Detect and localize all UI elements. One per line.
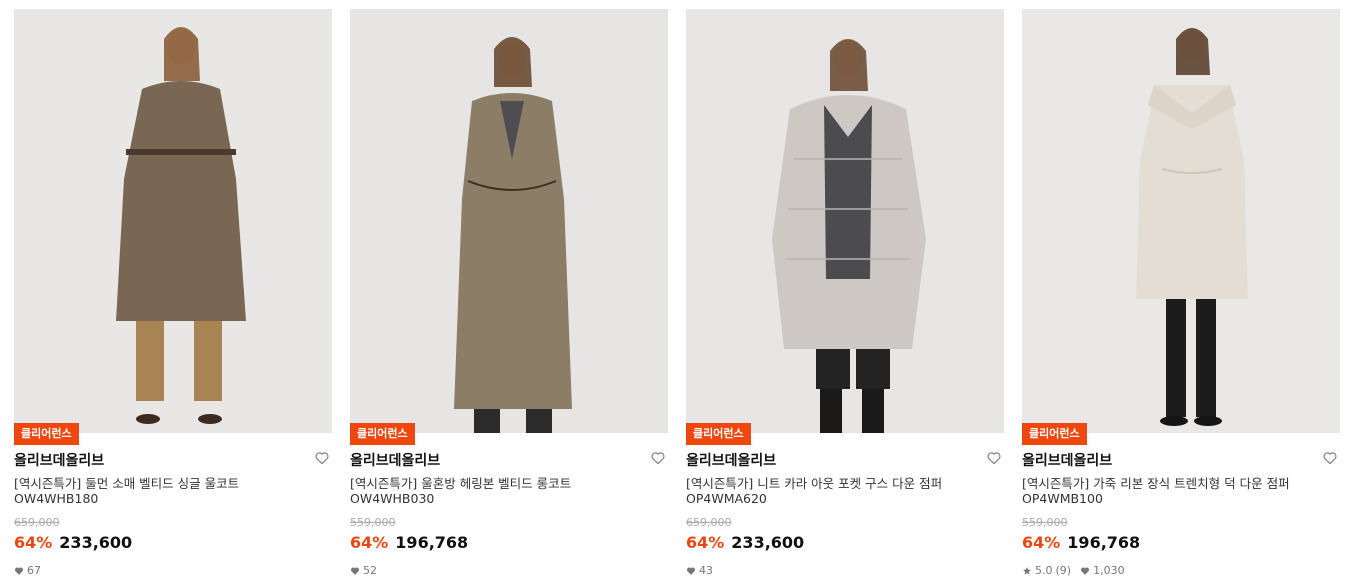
rating-value: 5.0	[1035, 564, 1053, 577]
like-count-group: 43	[686, 564, 713, 577]
discount-rate: 64%	[1022, 533, 1061, 552]
like-count-group: 1,030	[1080, 564, 1125, 577]
wishlist-heart-icon[interactable]	[314, 450, 330, 466]
model-photo-illustration	[686, 9, 1004, 433]
clearance-badge: 클리어런스	[686, 423, 751, 445]
product-name[interactable]: [역시즌특가] 울혼방 헤링본 벨티드 롱코트	[350, 473, 571, 492]
price-row: 64% 233,600	[686, 533, 804, 552]
product-name[interactable]: [역시즌특가] 둘먼 소매 벨티드 싱글 울코트	[14, 473, 239, 492]
model-photo-illustration	[1022, 9, 1340, 433]
rating-group: 5.0 (9)	[1022, 564, 1071, 577]
product-meta: 43	[686, 564, 722, 577]
clearance-badge: 클리어런스	[1022, 423, 1087, 445]
sale-price: 233,600	[59, 533, 133, 552]
sale-price: 233,600	[731, 533, 805, 552]
heart-filled-icon	[686, 567, 696, 575]
review-count: (9)	[1055, 564, 1072, 577]
wishlist-heart-icon[interactable]	[986, 450, 1002, 466]
original-price: 559,000	[350, 516, 396, 529]
product-code[interactable]: OP4WMA620	[686, 491, 767, 506]
model-photo-illustration	[14, 9, 332, 433]
product-image[interactable]	[1022, 9, 1340, 433]
price-row: 64% 233,600	[14, 533, 132, 552]
product-meta: 67	[14, 564, 50, 577]
product-card[interactable]: 클리어런스 올리브데올리브 [역시즌특가] 울혼방 헤링본 벨티드 롱코트 OW…	[350, 9, 668, 586]
sale-price: 196,768	[1067, 533, 1141, 552]
product-code[interactable]: OW4WHB180	[14, 491, 98, 506]
wishlist-heart-icon[interactable]	[1322, 450, 1338, 466]
brand-name[interactable]: 올리브데올리브	[686, 450, 776, 470]
heart-filled-icon	[350, 567, 360, 575]
like-count: 1,030	[1093, 564, 1125, 577]
discount-rate: 64%	[350, 533, 389, 552]
product-name[interactable]: [역시즌특가] 니트 카라 아웃 포켓 구스 다운 점퍼	[686, 473, 942, 492]
original-price: 659,000	[14, 516, 60, 529]
like-count-group: 67	[14, 564, 41, 577]
price-row: 64% 196,768	[1022, 533, 1140, 552]
heart-filled-icon	[14, 567, 24, 575]
discount-rate: 64%	[14, 533, 53, 552]
clearance-badge: 클리어런스	[350, 423, 415, 445]
product-code[interactable]: OP4WMB100	[1022, 491, 1103, 506]
sale-price: 196,768	[395, 533, 469, 552]
product-meta: 52	[350, 564, 386, 577]
product-card[interactable]: 클리어런스 올리브데올리브 [역시즌특가] 니트 카라 아웃 포켓 구스 다운 …	[686, 9, 1004, 586]
like-count: 67	[27, 564, 41, 577]
like-count-group: 52	[350, 564, 377, 577]
price-row: 64% 196,768	[350, 533, 468, 552]
brand-name[interactable]: 올리브데올리브	[14, 450, 104, 470]
product-image[interactable]	[14, 9, 332, 433]
original-price: 659,000	[686, 516, 732, 529]
brand-name[interactable]: 올리브데올리브	[350, 450, 440, 470]
star-icon	[1023, 566, 1031, 574]
brand-name[interactable]: 올리브데올리브	[1022, 450, 1112, 470]
clearance-badge: 클리어런스	[14, 423, 79, 445]
product-name[interactable]: [역시즌특가] 가죽 리본 장식 트렌치형 덕 다운 점퍼	[1022, 473, 1290, 492]
model-photo-illustration	[350, 9, 668, 433]
like-count: 52	[363, 564, 377, 577]
product-image[interactable]	[350, 9, 668, 433]
product-image[interactable]	[686, 9, 1004, 433]
original-price: 559,000	[1022, 516, 1068, 529]
product-card[interactable]: 클리어런스 올리브데올리브 [역시즌특가] 가죽 리본 장식 트렌치형 덕 다운…	[1022, 9, 1340, 586]
heart-filled-icon	[1081, 567, 1090, 575]
product-meta: 5.0 (9) 1,030	[1022, 564, 1134, 577]
discount-rate: 64%	[686, 533, 725, 552]
like-count: 43	[699, 564, 713, 577]
wishlist-heart-icon[interactable]	[650, 450, 666, 466]
product-card[interactable]: 클리어런스 올리브데올리브 [역시즌특가] 둘먼 소매 벨티드 싱글 울코트 O…	[14, 9, 332, 586]
product-code[interactable]: OW4WHB030	[350, 491, 434, 506]
